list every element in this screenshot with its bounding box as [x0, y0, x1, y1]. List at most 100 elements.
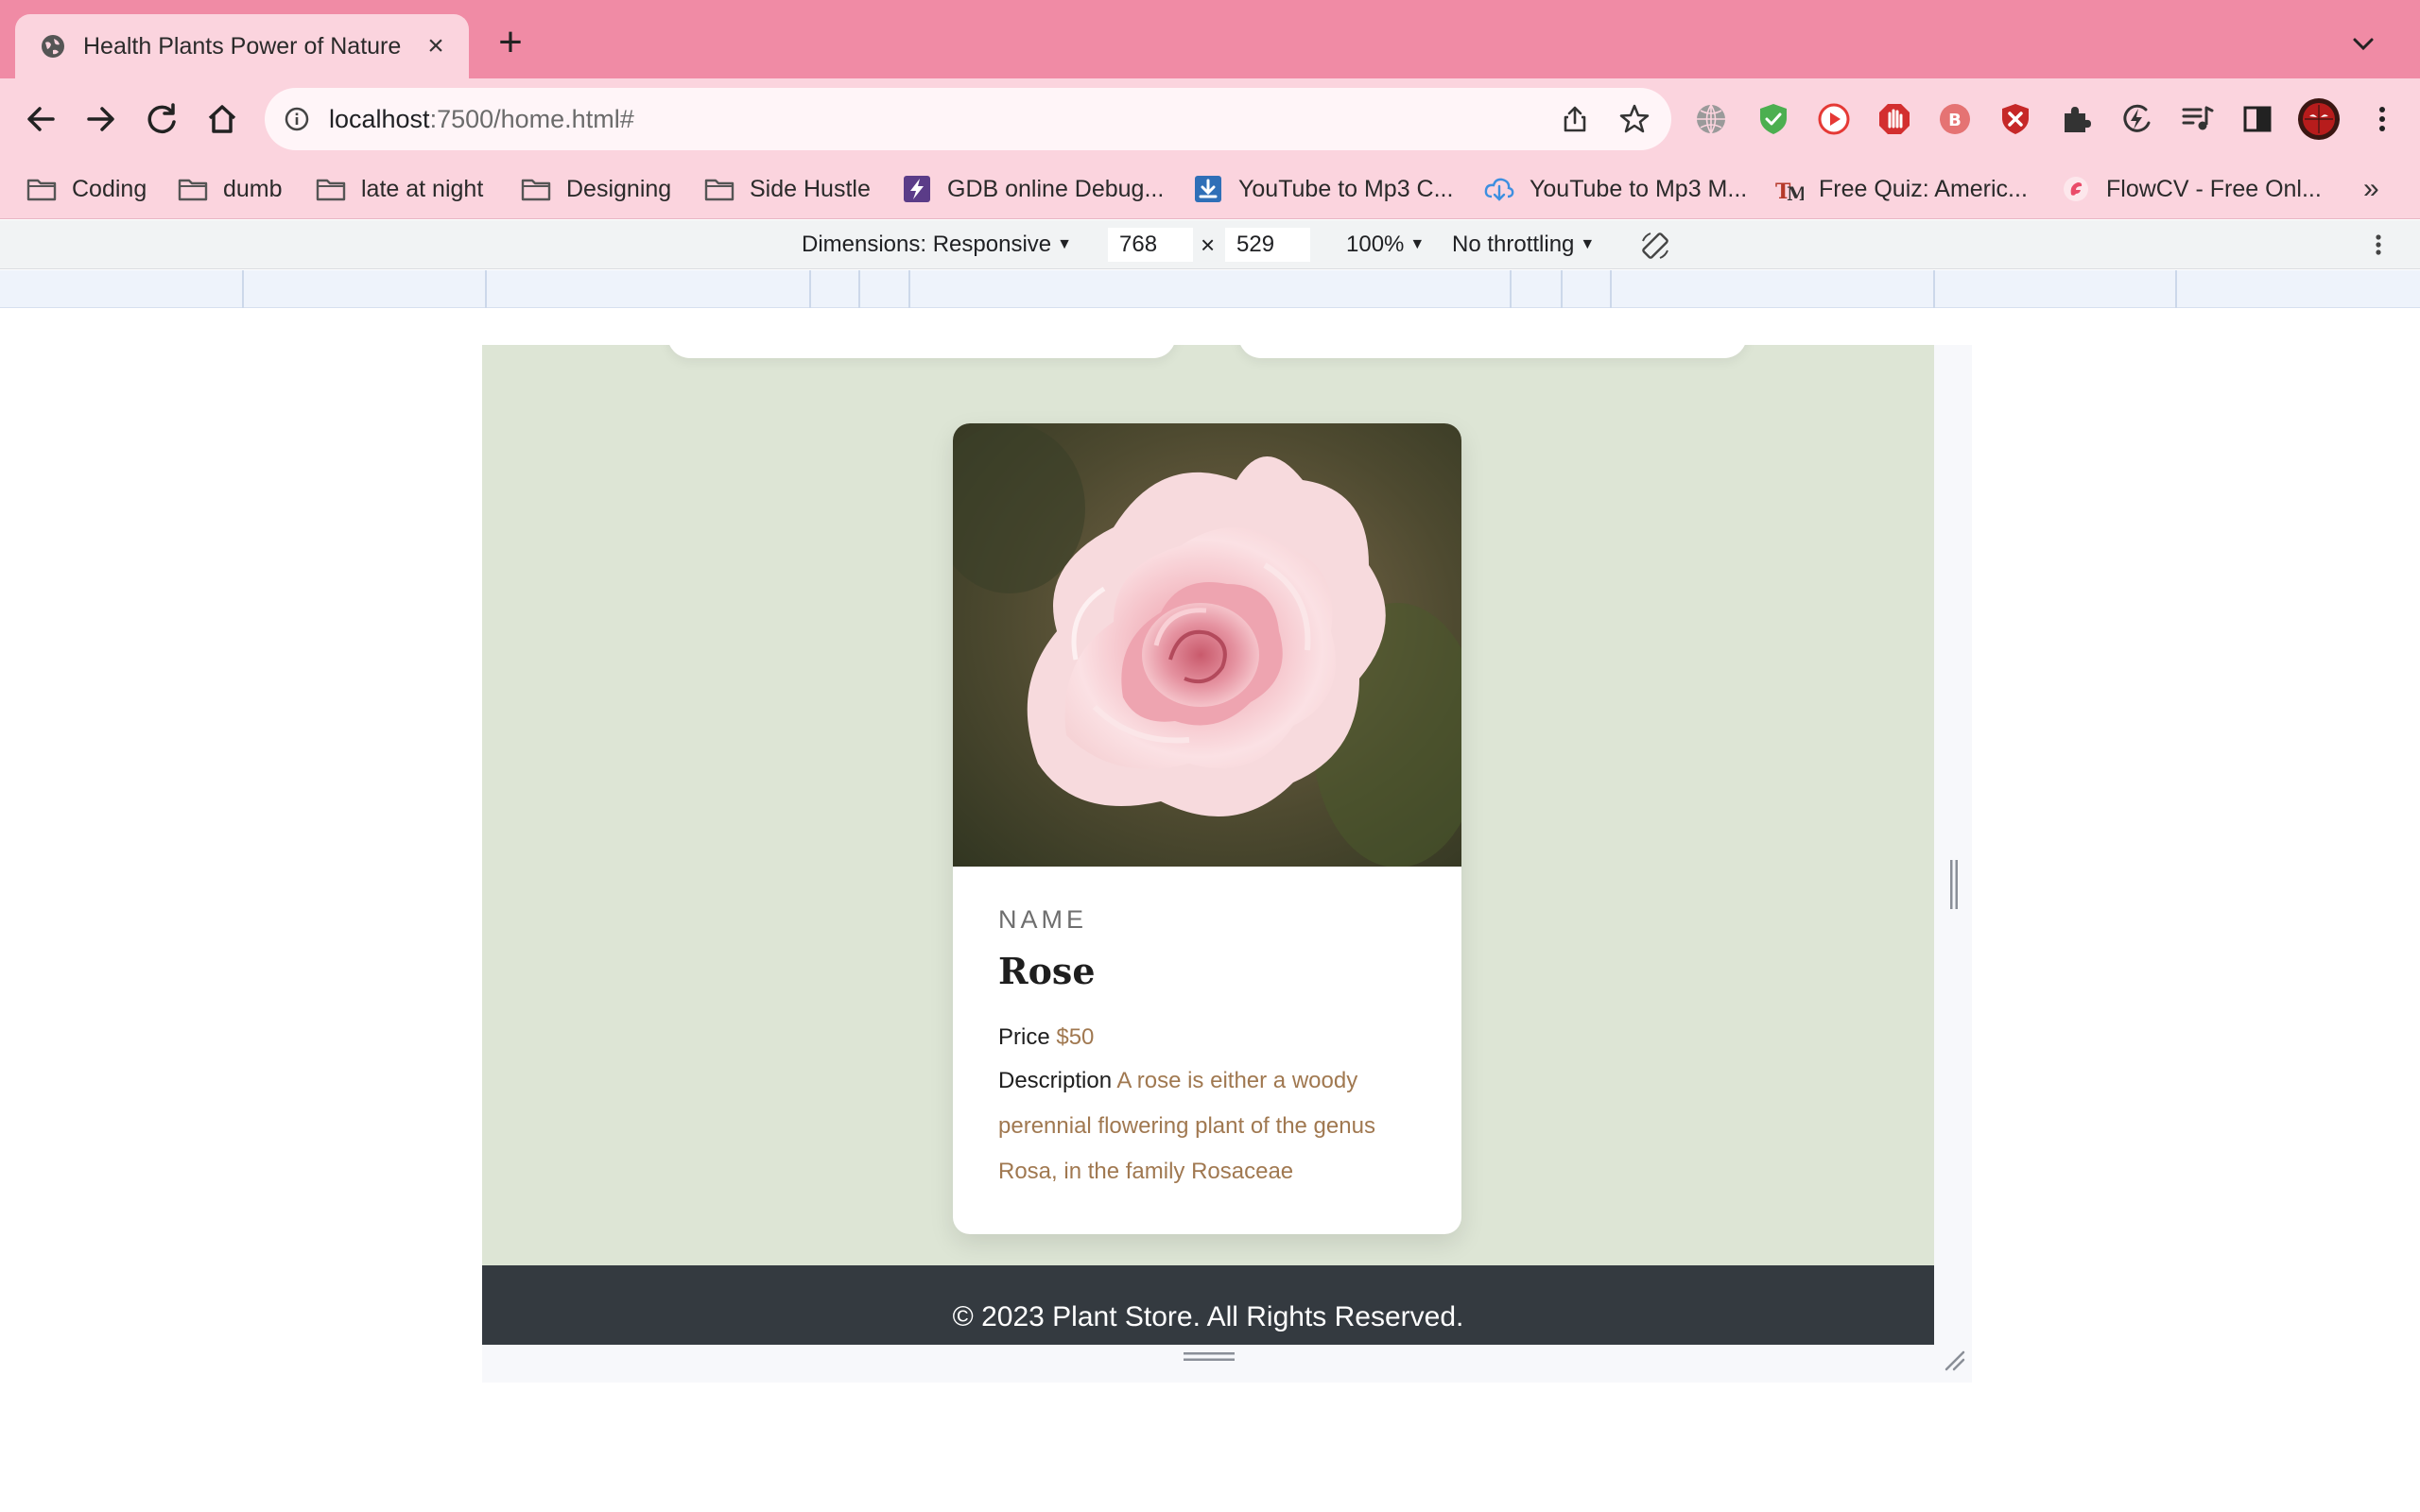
profile-avatar-icon[interactable]	[2297, 97, 2341, 141]
bookmark-coding[interactable]: Coding	[26, 159, 147, 219]
viewport-height-input[interactable]	[1225, 228, 1310, 262]
resize-handle-right-icon[interactable]	[1948, 860, 1960, 909]
reload-icon[interactable]	[142, 99, 182, 139]
quiz-logo-icon: TM	[1775, 180, 1804, 202]
media-query-marker[interactable]	[809, 270, 811, 308]
bookmark-label: Side Hustle	[750, 175, 871, 202]
bolt-circle-icon[interactable]	[2118, 100, 2155, 138]
folder-icon	[178, 179, 208, 201]
share-icon[interactable]	[1560, 104, 1590, 134]
browser-toolbar: localhost:7500/home.html# B	[0, 78, 2420, 159]
ublock-shield-icon[interactable]	[1996, 100, 2034, 138]
media-queue-icon[interactable]	[2178, 100, 2216, 138]
product-card-partial	[1238, 345, 1747, 358]
bookmarks-overflow-chevron[interactable]: »	[2363, 159, 2379, 219]
bookmark-late-at-night[interactable]: late at night	[316, 159, 483, 219]
folder-icon	[521, 179, 551, 201]
tab-strip: Health Plants Power of Nature × +	[0, 0, 2420, 78]
price-label: Price	[998, 1024, 1050, 1050]
tab-close-icon[interactable]: ×	[422, 32, 450, 60]
viewport-width-input[interactable]	[1108, 228, 1193, 262]
dimensions-dropdown[interactable]: Dimensions: Responsive ▼	[802, 220, 1072, 269]
zoom-label: 100%	[1346, 232, 1405, 257]
resize-handle-corner-icon[interactable]	[1941, 1347, 1967, 1373]
side-panel-icon[interactable]	[2238, 100, 2276, 138]
rose-photo	[953, 423, 1461, 867]
media-query-marker[interactable]	[1933, 270, 1935, 308]
url-host: localhost	[329, 105, 430, 133]
folder-icon	[26, 179, 57, 201]
devtools-viewport-area: NAME Rose Price $50 Description A rose i…	[0, 309, 2420, 1512]
bookmark-star-icon[interactable]	[1618, 103, 1651, 135]
bookmark-label: YouTube to Mp3 M...	[1530, 175, 1748, 202]
bookmark-youtube-mp3-c[interactable]: YouTube to Mp3 C...	[1193, 159, 1453, 219]
copyright-text: © 2023 Plant Store. All Rights Reserved.	[952, 1301, 1464, 1332]
emulated-device-frame: NAME Rose Price $50 Description A rose i…	[482, 345, 1972, 1383]
back-arrow-icon[interactable]	[21, 99, 60, 139]
stop-hand-icon[interactable]	[1876, 100, 1913, 138]
device-toolbar: Dimensions: Responsive▼ × 100%▼ No throt…	[0, 220, 2420, 269]
home-icon[interactable]	[202, 99, 242, 139]
throttling-label: No throttling	[1452, 232, 1575, 257]
url-path: :7500/home.html#	[429, 105, 634, 133]
site-info-icon[interactable]	[284, 106, 310, 132]
bookmark-side-hustle[interactable]: Side Hustle	[704, 159, 871, 219]
bookmark-free-quiz[interactable]: TM Free Quiz: Americ...	[1773, 159, 2028, 219]
b-badge-icon[interactable]: B	[1936, 100, 1974, 138]
shield-check-icon[interactable]	[1754, 100, 1792, 138]
bookmark-dumb[interactable]: dumb	[178, 159, 283, 219]
product-card: NAME Rose Price $50 Description A rose i…	[953, 423, 1461, 1234]
media-query-marker[interactable]	[858, 270, 860, 308]
cloud-download-icon	[1484, 178, 1514, 201]
address-bar[interactable]: localhost:7500/home.html#	[265, 88, 1671, 150]
tab-search-chevron-icon[interactable]	[2346, 26, 2380, 60]
puzzle-icon[interactable]	[2057, 100, 2095, 138]
media-query-marker[interactable]	[2175, 270, 2177, 308]
bookmark-gdb-online[interactable]: GDB online Debug...	[902, 159, 1164, 219]
description-label: Description	[998, 1068, 1113, 1093]
media-query-bar[interactable]	[0, 270, 2420, 308]
price-value: $50	[1056, 1024, 1095, 1050]
folder-icon	[316, 179, 346, 201]
active-tab[interactable]: Health Plants Power of Nature ×	[15, 14, 469, 78]
name-label: NAME	[998, 905, 1088, 934]
folder-icon	[704, 179, 735, 201]
browser-menu-kebab-icon[interactable]	[2363, 100, 2401, 138]
media-query-marker[interactable]	[908, 270, 910, 308]
plant-store-page[interactable]: NAME Rose Price $50 Description A rose i…	[482, 345, 1934, 1345]
new-tab-button[interactable]: +	[492, 22, 529, 63]
globe-icon[interactable]	[1692, 100, 1730, 138]
dimension-separator: ×	[1201, 231, 1216, 259]
caret-down-icon: ▼	[1409, 236, 1426, 252]
bookmark-label: Designing	[566, 175, 672, 202]
forward-arrow-icon[interactable]	[81, 99, 121, 139]
device-toolbar-menu-icon[interactable]	[2363, 230, 2394, 260]
price-line: Price $50	[998, 1024, 1094, 1051]
rotate-device-icon[interactable]	[1639, 230, 1671, 262]
youtube-circle-icon[interactable]	[1815, 100, 1853, 138]
caret-down-icon: ▼	[1580, 236, 1596, 252]
flowcv-logo-icon	[2064, 177, 2088, 201]
bookmark-label: Coding	[72, 175, 147, 202]
bookmark-label: FlowCV - Free Onl...	[2106, 175, 2322, 202]
bookmark-label: Free Quiz: Americ...	[1819, 175, 2028, 202]
zoom-dropdown[interactable]: 100% ▼	[1346, 220, 1425, 269]
bookmark-designing[interactable]: Designing	[521, 159, 671, 219]
media-query-marker[interactable]	[242, 270, 244, 308]
media-query-marker[interactable]	[1510, 270, 1512, 308]
media-query-marker[interactable]	[1610, 270, 1612, 308]
bookmark-youtube-mp3-m[interactable]: YouTube to Mp3 M...	[1484, 159, 1747, 219]
media-query-marker[interactable]	[485, 270, 487, 308]
bookmark-label: GDB online Debug...	[947, 175, 1165, 202]
svg-text:B: B	[1948, 111, 1962, 130]
caret-down-icon: ▼	[1057, 236, 1072, 252]
bookmarks-bar: Coding dumb late at night Designing Side…	[0, 159, 2420, 219]
url-text[interactable]: localhost:7500/home.html#	[329, 88, 634, 150]
product-card-partial	[667, 345, 1176, 358]
description-line: Description A rose is either a woody per…	[998, 1058, 1426, 1194]
resize-handle-bottom-icon[interactable]	[1184, 1350, 1235, 1364]
media-query-marker[interactable]	[1561, 270, 1563, 308]
throttling-dropdown[interactable]: No throttling ▼	[1452, 220, 1595, 269]
site-footer: © 2023 Plant Store. All Rights Reserved.	[482, 1265, 1934, 1345]
bookmark-flowcv[interactable]: FlowCV - Free Onl...	[2061, 159, 2322, 219]
